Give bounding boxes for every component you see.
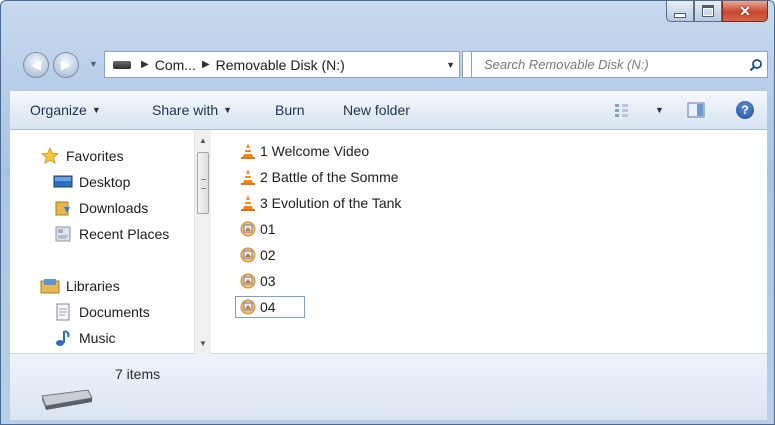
content-area: Favorites Desktop Downloads Recent Place… <box>10 130 767 354</box>
sidebar-item-desktop[interactable]: Desktop <box>53 173 130 191</box>
search-box[interactable] <box>471 51 768 78</box>
file-name: 2 Battle of the Somme <box>260 169 399 185</box>
list-item[interactable]: 2 Battle of the Somme <box>240 166 399 188</box>
search-icon[interactable] <box>745 58 767 72</box>
image-file-icon <box>240 298 256 316</box>
file-name: 02 <box>260 247 276 263</box>
close-icon: ✕ <box>739 2 751 19</box>
star-icon <box>40 147 60 165</box>
file-list: 1 Welcome Video 2 Battle of the Somme 3 … <box>212 130 767 354</box>
sidebar-item-label: Music <box>79 330 116 346</box>
removable-drive-icon <box>38 384 94 415</box>
breadcrumb-separator-icon[interactable]: ▶ <box>141 59 149 70</box>
sidebar-item-music[interactable]: Music <box>53 329 116 347</box>
downloads-icon <box>53 199 73 217</box>
sidebar-item-documents[interactable]: Documents <box>53 303 150 321</box>
sidebar-item-libraries[interactable]: Libraries <box>40 277 120 295</box>
list-item[interactable]: 02 <box>240 244 276 266</box>
minimize-icon <box>674 12 686 18</box>
sidebar-item-label: Libraries <box>66 278 120 294</box>
list-item-selected[interactable]: 04 <box>235 296 305 318</box>
arrow-right-icon: ▶ <box>61 57 71 72</box>
preview-pane-button[interactable] <box>687 102 705 121</box>
documents-icon <box>53 303 73 321</box>
maximize-button[interactable] <box>694 1 722 22</box>
recent-pages-dropdown[interactable]: ▼ <box>89 59 98 69</box>
navigation-scrollbar[interactable]: ▲ ▼ <box>194 130 211 354</box>
close-button[interactable]: ✕ <box>722 1 768 22</box>
forward-button[interactable]: ▶ <box>53 52 79 78</box>
scroll-down-icon[interactable]: ▼ <box>199 339 207 348</box>
address-history-dropdown[interactable]: ▼ <box>446 60 455 70</box>
desktop-icon <box>53 173 73 191</box>
list-item[interactable]: 1 Welcome Video <box>240 140 369 162</box>
breadcrumb-separator-icon[interactable]: ▶ <box>202 59 210 70</box>
navigation-row: ◀ ▶ ▼ ▶ Com... ▶ Removable Disk (N:) ▼ ↻ <box>1 45 775 85</box>
file-name: 01 <box>260 221 276 237</box>
scroll-up-icon[interactable]: ▲ <box>199 136 207 145</box>
address-bar[interactable]: ▶ Com... ▶ Removable Disk (N:) ▼ <box>104 51 460 78</box>
share-with-menu[interactable]: Share with ▼ <box>152 102 232 118</box>
vlc-cone-icon <box>240 194 256 212</box>
image-file-icon <box>240 246 256 264</box>
organize-menu[interactable]: Organize ▼ <box>30 102 101 118</box>
burn-button[interactable]: Burn <box>275 102 305 118</box>
image-file-icon <box>240 220 256 238</box>
sidebar-item-downloads[interactable]: Downloads <box>53 199 148 217</box>
navigation-pane: Favorites Desktop Downloads Recent Place… <box>10 130 211 354</box>
sidebar-item-favorites[interactable]: Favorites <box>40 147 124 165</box>
view-options-icon <box>615 104 628 117</box>
sidebar-item-label: Desktop <box>79 174 131 190</box>
preview-pane-icon <box>687 102 705 118</box>
search-input[interactable] <box>482 56 745 73</box>
vlc-cone-icon <box>240 168 256 186</box>
details-pane: 7 items <box>10 354 767 420</box>
explorer-window: ✕ ◀ ▶ ▼ ▶ Com... ▶ Removable Disk (N:) ▼… <box>0 0 775 425</box>
drive-icon <box>113 60 131 69</box>
item-count: 7 items <box>115 366 161 382</box>
libraries-icon <box>40 277 60 295</box>
maximize-icon <box>702 5 714 17</box>
new-folder-button[interactable]: New folder <box>343 102 410 118</box>
sidebar-item-recent-places[interactable]: Recent Places <box>53 225 169 243</box>
back-button[interactable]: ◀ <box>23 52 49 78</box>
vlc-cone-icon <box>240 142 256 160</box>
chevron-down-icon: ▼ <box>91 105 101 115</box>
breadcrumb-removable-disk[interactable]: Removable Disk (N:) <box>216 57 345 73</box>
grip-icon <box>201 179 206 189</box>
command-bar: Organize ▼ Share with ▼ Burn New folder ▼ … <box>10 90 767 130</box>
caption-buttons: ✕ <box>666 1 768 23</box>
share-with-label: Share with <box>152 102 219 118</box>
scroll-thumb[interactable] <box>197 152 209 214</box>
list-item[interactable]: 03 <box>240 270 276 292</box>
arrow-left-icon: ◀ <box>31 57 41 72</box>
sidebar-item-label: Favorites <box>66 148 124 164</box>
file-name: 03 <box>260 273 276 289</box>
help-icon[interactable]: ? <box>736 101 754 119</box>
list-item[interactable]: 01 <box>240 218 276 240</box>
music-icon <box>53 329 73 347</box>
file-name: 1 Welcome Video <box>260 143 370 159</box>
file-name: 04 <box>260 299 276 315</box>
chevron-down-icon: ▼ <box>655 105 664 115</box>
change-view-button[interactable] <box>614 102 630 121</box>
sidebar-item-label: Downloads <box>79 200 149 216</box>
recent-places-icon <box>53 225 73 243</box>
chevron-down-icon: ▼ <box>223 105 233 115</box>
minimize-button[interactable] <box>666 1 694 22</box>
image-file-icon <box>240 272 256 290</box>
list-item[interactable]: 3 Evolution of the Tank <box>240 192 401 214</box>
breadcrumb-computer[interactable]: Com... <box>155 57 196 73</box>
organize-label: Organize <box>30 102 87 118</box>
sidebar-item-label: Documents <box>79 304 150 320</box>
sidebar-item-label: Recent Places <box>79 226 170 242</box>
view-options-dropdown[interactable]: ▼ <box>650 102 664 118</box>
file-name: 3 Evolution of the Tank <box>260 195 402 211</box>
